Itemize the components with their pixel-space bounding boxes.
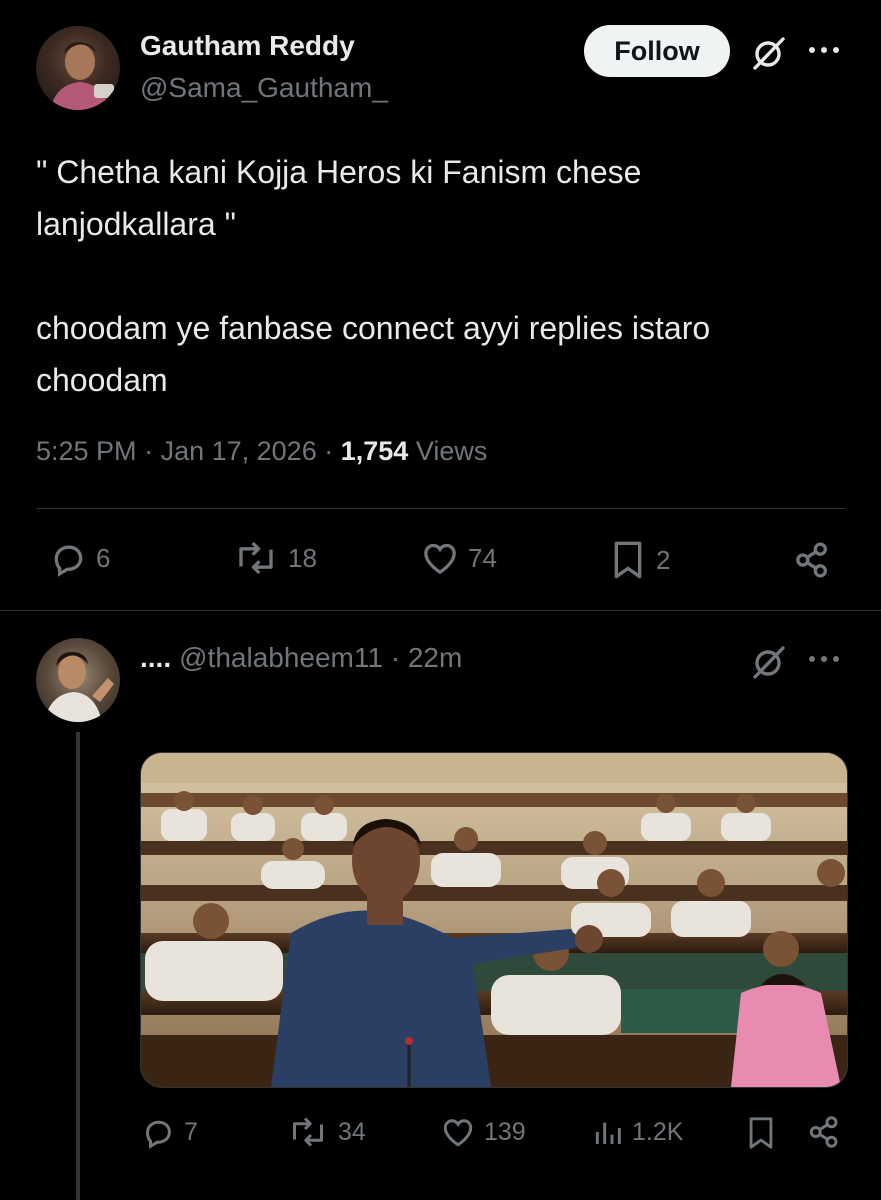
reply-author-handle[interactable]: @thalabheem11: [179, 642, 383, 673]
tweet-time[interactable]: 5:25 PM: [36, 436, 137, 466]
like-button[interactable]: 74: [420, 538, 497, 578]
repost-button[interactable]: 18: [232, 538, 317, 578]
bookmark-button[interactable]: [744, 1114, 778, 1152]
views-icon: [595, 1122, 621, 1144]
tweet-date[interactable]: Jan 17, 2026: [161, 436, 317, 466]
like-icon: [424, 543, 456, 575]
more-icon[interactable]: [806, 647, 842, 671]
like-icon: [443, 1119, 473, 1147]
bookmark-count: 2: [656, 544, 671, 575]
reply-author-name[interactable]: ....: [140, 642, 171, 673]
share-button[interactable]: [806, 1114, 842, 1150]
like-button[interactable]: 139: [440, 1114, 526, 1150]
reply-author-avatar[interactable]: [36, 638, 120, 722]
tweet-meta: 5:25 PM · Jan 17, 2026 · 1,754 Views: [36, 436, 487, 467]
repost-count: 34: [338, 1117, 366, 1146]
author-handle[interactable]: @Sama_Gautham_: [140, 72, 388, 104]
views-button[interactable]: 1.2K: [592, 1114, 683, 1150]
divider: [0, 610, 881, 611]
meta-separator: ·: [144, 436, 161, 466]
like-count: 139: [484, 1117, 526, 1146]
reply-count: 6: [96, 542, 111, 573]
reply-button[interactable]: 6: [48, 538, 110, 578]
avatar-portrait: [44, 652, 114, 722]
grok-icon[interactable]: [748, 33, 788, 73]
follow-button[interactable]: Follow: [584, 25, 730, 77]
assembly-scene-image: [141, 753, 847, 1087]
repost-icon: [239, 541, 273, 575]
share-button[interactable]: [792, 540, 832, 580]
reply-icon: [54, 545, 83, 577]
meta-separator: ·: [324, 436, 341, 466]
avatar-portrait: [50, 42, 114, 110]
reply-icon: [145, 1120, 171, 1149]
tweet-text: " Chetha kani Kojja Heros ki Fanism ches…: [36, 154, 711, 398]
more-icon[interactable]: [806, 38, 842, 62]
grok-icon[interactable]: [748, 642, 788, 682]
repost-icon: [293, 1117, 323, 1147]
views-count: 1.2K: [632, 1117, 684, 1146]
author-name[interactable]: Gautham Reddy: [140, 30, 355, 62]
reply-count: 7: [184, 1117, 198, 1146]
reply-header: .... @thalabheem11 · 22m: [140, 642, 462, 674]
meta-separator: ·: [382, 642, 408, 673]
repost-button[interactable]: 34: [286, 1114, 366, 1150]
thread-line: [76, 732, 80, 1200]
reply-media-image[interactable]: [140, 752, 848, 1088]
reply-button[interactable]: 7: [140, 1114, 198, 1150]
bookmark-icon: [614, 541, 642, 579]
bookmark-button[interactable]: 2: [608, 538, 670, 582]
share-icon: [796, 542, 827, 578]
reply-time[interactable]: 22m: [408, 642, 462, 673]
views-count: 1,754: [340, 436, 409, 466]
like-count: 74: [468, 542, 497, 573]
author-avatar[interactable]: [36, 26, 120, 110]
repost-count: 18: [288, 542, 317, 573]
bookmark-icon: [749, 1117, 773, 1149]
share-icon: [809, 1116, 838, 1148]
divider: [36, 508, 846, 509]
views-label: Views: [415, 436, 488, 466]
